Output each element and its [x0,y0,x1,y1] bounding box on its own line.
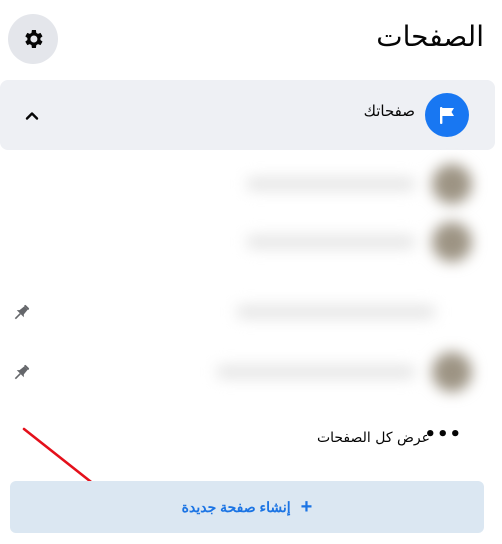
flag-badge [425,93,469,137]
gear-icon [25,30,43,48]
avatar [432,352,472,392]
plus-icon: + [300,495,313,518]
page-item[interactable] [0,152,502,216]
create-new-page-label: إنشاء صفحة جديدة [181,498,291,515]
page-item[interactable] [0,210,502,274]
redacted-page-info [184,160,476,208]
page-name-placeholder [246,177,416,191]
page-title: الصفحات [376,20,484,53]
page-item[interactable] [0,280,502,344]
settings-button[interactable] [8,14,58,64]
create-new-page-button[interactable]: + إنشاء صفحة جديدة [10,481,484,533]
page-name-placeholder [236,305,436,319]
pin-icon[interactable] [10,362,32,384]
page-item[interactable] [0,340,502,404]
pin-icon[interactable] [10,302,32,324]
redacted-page-info [184,218,476,266]
redacted-page-info [184,348,476,396]
page-name-placeholder [216,365,416,379]
flag-icon [440,107,454,124]
page-name-placeholder [246,235,416,249]
avatar [432,164,472,204]
your-pages-section[interactable]: صفحاتك [0,80,495,150]
avatar [432,222,472,262]
header: الصفحات [0,0,502,80]
chevron-up-icon[interactable] [22,106,42,126]
more-dots-icon: ••• [424,424,462,445]
see-all-label: عرض كل الصفحات [316,430,430,446]
redacted-page-info [184,288,476,336]
section-label: صفحاتك [363,102,415,120]
